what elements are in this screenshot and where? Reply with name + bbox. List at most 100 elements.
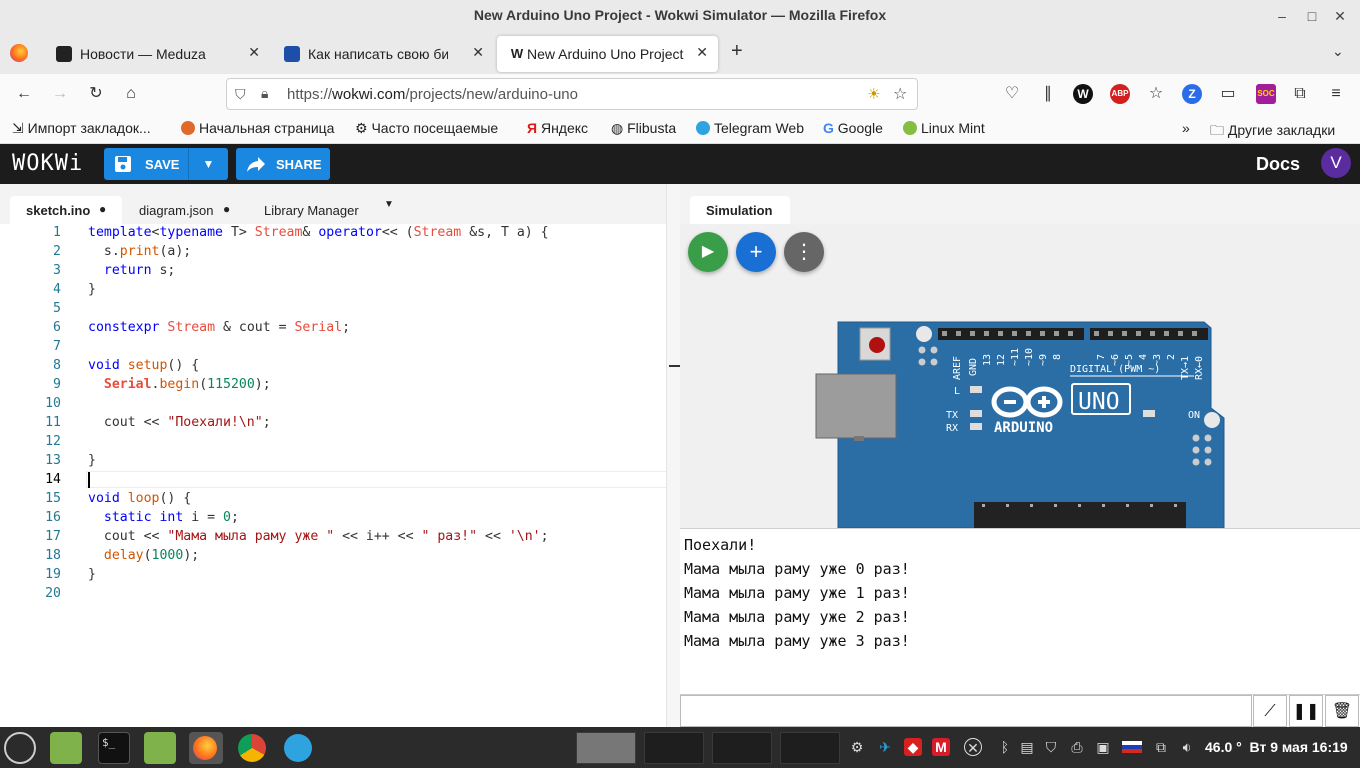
- library-icon[interactable]: ∥: [1038, 84, 1058, 104]
- adblock-icon[interactable]: ABP: [1110, 84, 1130, 104]
- save-button[interactable]: SAVE ▼: [104, 148, 228, 180]
- lock-icon[interactable]: 🔒︎: [261, 85, 268, 102]
- forward-icon[interactable]: →: [50, 84, 70, 104]
- reset-button-icon[interactable]: [869, 337, 885, 353]
- bookmark-home[interactable]: Начальная страница: [181, 120, 334, 136]
- tab-diagram-json[interactable]: diagram.json ●: [124, 196, 240, 224]
- close-tab-icon[interactable]: ✕: [696, 44, 708, 61]
- url-text[interactable]: https://wokwi.com/projects/new/arduino-u…: [287, 86, 578, 103]
- tray-xkb-icon[interactable]: ✕: [964, 738, 982, 756]
- code-line[interactable]: static int i = 0;: [88, 510, 239, 525]
- pause-button[interactable]: ❚❚: [1289, 695, 1323, 727]
- bookmarks-star-icon[interactable]: ☆: [1146, 84, 1166, 104]
- terminal-icon[interactable]: $_: [98, 732, 130, 764]
- close-tab-icon[interactable]: ✕: [472, 44, 484, 61]
- tray-telegram-icon[interactable]: ✈: [876, 738, 894, 756]
- clear-button[interactable]: 🗑︎: [1325, 695, 1359, 727]
- code-line[interactable]: delay(1000);: [88, 548, 199, 563]
- bookmark-other[interactable]: 🗀︎ Другие закладки: [1210, 120, 1335, 144]
- shield-tray-icon[interactable]: ⛉: [1042, 738, 1060, 756]
- tab-simulation[interactable]: Simulation: [690, 196, 790, 224]
- url-bar[interactable]: ⛉ 🔒︎ https://wokwi.com/projects/new/ardu…: [226, 78, 918, 110]
- tab-wokwi[interactable]: W New Arduino Uno Project ✕: [497, 36, 718, 72]
- share-button[interactable]: SHARE: [236, 148, 330, 180]
- code-line[interactable]: Serial.begin(115200);: [88, 377, 271, 392]
- add-part-button[interactable]: +: [736, 232, 776, 272]
- code-line[interactable]: cout << "Мама мыла раму уже " << i++ << …: [88, 529, 549, 544]
- tab-library-manager[interactable]: Library Manager ▼: [250, 196, 400, 224]
- tray-anydesk-icon[interactable]: ◆: [904, 738, 922, 756]
- docs-link[interactable]: Docs: [1256, 154, 1300, 175]
- permission-icon[interactable]: ☀: [867, 85, 880, 103]
- tab-list-chevron-icon[interactable]: ⌄: [1332, 43, 1344, 60]
- tabs-dropdown-icon[interactable]: ▼: [384, 199, 394, 210]
- code-line[interactable]: }: [88, 567, 96, 582]
- avatar[interactable]: V: [1321, 148, 1351, 178]
- bookmark-telegram[interactable]: Telegram Web: [696, 120, 804, 136]
- plotter-button[interactable]: ⟋: [1253, 695, 1287, 727]
- code-line[interactable]: }: [88, 282, 96, 297]
- workspace-3[interactable]: [712, 732, 772, 764]
- tab-sketch-ino[interactable]: sketch.ino ●: [10, 196, 122, 224]
- back-icon[interactable]: ←: [14, 84, 34, 104]
- serial-input[interactable]: [680, 695, 1252, 727]
- keyboard-layout-ru-icon[interactable]: [1122, 741, 1142, 753]
- workspace-2[interactable]: [644, 732, 704, 764]
- volume-icon[interactable]: 🔉︎: [1178, 738, 1196, 756]
- code-line[interactable]: void loop() {: [88, 491, 191, 506]
- pocket-icon[interactable]: ♡: [1002, 84, 1022, 104]
- extensions-icon[interactable]: ⧉: [1290, 84, 1310, 104]
- maximize-icon[interactable]: □: [1302, 6, 1322, 26]
- files-folder-icon[interactable]: [50, 732, 82, 764]
- workspace-4[interactable]: [780, 732, 840, 764]
- clipboard-icon[interactable]: ▤: [1018, 738, 1036, 756]
- reload-icon[interactable]: ↻: [86, 84, 106, 104]
- wokwi-logo[interactable]: WOKWi: [12, 151, 83, 176]
- bookmark-linux-mint[interactable]: Linux Mint: [903, 120, 985, 136]
- code-line[interactable]: s.print(a);: [88, 244, 191, 259]
- file-manager-icon[interactable]: [144, 732, 176, 764]
- notes-icon[interactable]: ▣: [1094, 738, 1112, 756]
- new-tab-icon[interactable]: +: [731, 40, 743, 63]
- tray-app-icon[interactable]: ⚙: [848, 738, 866, 756]
- code-line[interactable]: template<typename T> Stream& operator<< …: [88, 225, 549, 240]
- bookmarks-overflow-icon[interactable]: »: [1182, 120, 1190, 136]
- code-line[interactable]: }: [88, 453, 96, 468]
- code-line[interactable]: constexpr Stream & cout = Serial;: [88, 320, 350, 335]
- taskbar-firefox-icon[interactable]: [189, 732, 223, 764]
- network-icon[interactable]: ⧉: [1152, 738, 1170, 756]
- arduino-uno-board[interactable]: AREF GND 13 12 ~11 ~10 ~9 8 7 ~6 ~5 4 ~3…: [814, 318, 1234, 528]
- home-icon[interactable]: ⌂: [121, 84, 141, 104]
- telegram-taskbar-icon[interactable]: [282, 732, 314, 764]
- pane-splitter[interactable]: [666, 184, 681, 727]
- save-dropdown-chevron-icon[interactable]: ▼: [188, 148, 228, 180]
- bookmark-star-icon[interactable]: ☆: [893, 84, 907, 104]
- screen-icon[interactable]: ▭: [1218, 84, 1238, 104]
- printer-icon[interactable]: ⎙: [1068, 738, 1086, 756]
- tab-library-article[interactable]: Как написать свою библ ✕: [272, 36, 494, 72]
- code-line[interactable]: void setup() {: [88, 358, 199, 373]
- more-options-button[interactable]: ⋮: [784, 232, 824, 272]
- wikipedia-extension-icon[interactable]: W: [1073, 84, 1093, 104]
- code-line[interactable]: cout << "Поехали!\n";: [88, 415, 271, 430]
- bookmark-google[interactable]: G Google: [823, 120, 883, 136]
- bluetooth-icon[interactable]: ᛒ: [996, 738, 1014, 756]
- shield-icon[interactable]: ⛉: [235, 86, 246, 103]
- workspace-1[interactable]: [576, 732, 636, 764]
- soc-extension-icon[interactable]: SOC: [1256, 84, 1276, 104]
- tray-mail-icon[interactable]: M: [932, 738, 950, 756]
- bookmark-flibusta[interactable]: ◍ Flibusta: [611, 120, 676, 137]
- minimize-icon[interactable]: –: [1272, 6, 1292, 26]
- menu-icon[interactable]: ≡: [1326, 84, 1346, 104]
- zotero-icon[interactable]: Z: [1182, 84, 1202, 104]
- bookmark-most-visited[interactable]: ⚙ Часто посещаемые: [355, 120, 498, 137]
- mint-menu-icon[interactable]: [4, 732, 36, 764]
- tab-meduza[interactable]: Новости — Meduza ✕: [44, 36, 270, 72]
- close-window-icon[interactable]: ✕: [1330, 6, 1350, 26]
- play-button[interactable]: ▶: [688, 232, 728, 272]
- code-line[interactable]: return s;: [88, 263, 175, 278]
- bookmark-yandex[interactable]: Я Яндекс: [527, 120, 588, 136]
- chrome-icon[interactable]: [236, 732, 268, 764]
- close-tab-icon[interactable]: ✕: [248, 44, 260, 61]
- clock[interactable]: 46.0 ° Вт 9 мая 16:19: [1205, 739, 1348, 755]
